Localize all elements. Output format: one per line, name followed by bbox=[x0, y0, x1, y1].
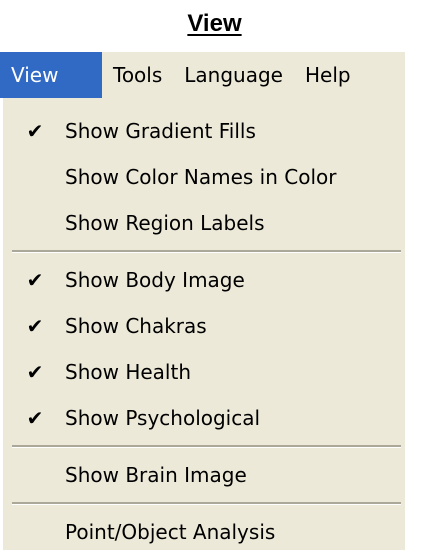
menu-item-show-health[interactable]: ✔ Show Health bbox=[0, 349, 405, 395]
menu-item-show-region-labels[interactable]: Show Region Labels bbox=[0, 200, 405, 246]
menu-item-label: Show Region Labels bbox=[65, 211, 265, 235]
menu-item-label: Show Gradient Fills bbox=[65, 119, 256, 143]
menu-item-label: Show Brain Image bbox=[65, 463, 247, 487]
menu-separator bbox=[12, 250, 401, 253]
checkmark-icon: ✔ bbox=[26, 360, 44, 384]
menu-language[interactable]: Language bbox=[173, 52, 294, 98]
view-dropdown-menu: ✔ Show Gradient Fills Show Color Names i… bbox=[0, 98, 405, 550]
menu-item-label: Show Body Image bbox=[65, 268, 245, 292]
menu-item-point-object-analysis[interactable]: Point/Object Analysis bbox=[0, 509, 405, 555]
menu-separator bbox=[12, 502, 401, 505]
checkmark-icon: ✔ bbox=[26, 314, 44, 338]
menu-item-label: Show Health bbox=[65, 360, 191, 384]
checkmark-icon: ✔ bbox=[26, 119, 44, 143]
menu-view[interactable]: View bbox=[0, 52, 102, 98]
menu-separator bbox=[12, 445, 401, 448]
menu-item-show-body-image[interactable]: ✔ Show Body Image bbox=[0, 257, 405, 303]
menu-item-label: Show Color Names in Color bbox=[65, 165, 337, 189]
menu-item-label: Point/Object Analysis bbox=[65, 520, 276, 544]
menu-item-show-chakras[interactable]: ✔ Show Chakras bbox=[0, 303, 405, 349]
menu-item-label: Show Psychological bbox=[65, 406, 261, 430]
page-title: View bbox=[187, 10, 242, 37]
menu-tools[interactable]: Tools bbox=[102, 52, 173, 98]
checkmark-icon: ✔ bbox=[26, 268, 44, 292]
menu-item-label: Show Chakras bbox=[65, 314, 207, 338]
menu-item-show-color-names-in-color[interactable]: Show Color Names in Color bbox=[0, 154, 405, 200]
menu-item-show-psychological[interactable]: ✔ Show Psychological bbox=[0, 395, 405, 441]
menu-help[interactable]: Help bbox=[294, 52, 362, 98]
menu-item-show-gradient-fills[interactable]: ✔ Show Gradient Fills bbox=[0, 108, 405, 154]
menu-bar: View Tools Language Help bbox=[0, 52, 405, 98]
checkmark-icon: ✔ bbox=[26, 406, 44, 430]
menu-item-show-brain-image[interactable]: Show Brain Image bbox=[0, 452, 405, 498]
